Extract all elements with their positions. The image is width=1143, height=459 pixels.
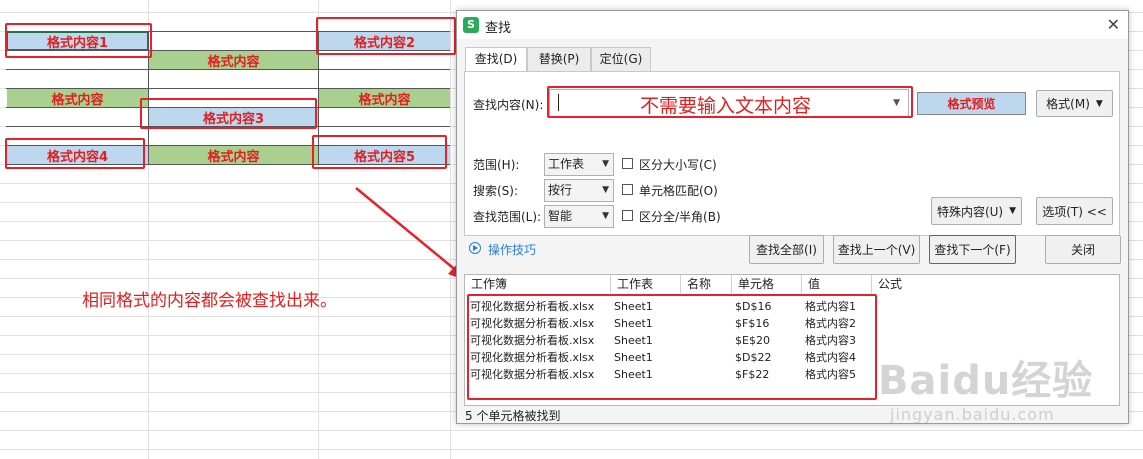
- chevron-down-icon: ▼: [1095, 98, 1103, 109]
- search-label: 搜索(S):: [473, 184, 519, 198]
- column-header-formula[interactable]: 公式: [872, 275, 952, 293]
- status-text: 5 个单元格被找到: [465, 409, 561, 423]
- match-width-label: 区分全/半角(B): [639, 210, 721, 224]
- dialog-title: 查找: [485, 21, 512, 36]
- find-content-label: 查找内容(N):: [473, 98, 544, 112]
- find-next-button[interactable]: 查找下一个(F): [929, 235, 1016, 264]
- special-content-label: 特殊内容(U): [936, 204, 1004, 219]
- column-header-value[interactable]: 值: [802, 275, 872, 293]
- scope-value: 工作表: [548, 157, 585, 171]
- lookin-select[interactable]: 智能 ▼: [544, 205, 614, 228]
- close-icon[interactable]: ✕: [1107, 15, 1120, 34]
- close-button[interactable]: 关闭: [1045, 235, 1121, 264]
- match-case-checkbox[interactable]: [622, 158, 633, 169]
- scope-select[interactable]: 工作表 ▼: [544, 153, 614, 176]
- special-content-button[interactable]: 特殊内容(U) ▼: [931, 197, 1022, 225]
- tab-replace[interactable]: 替换(P): [527, 47, 591, 71]
- chevron-down-icon: ▼: [602, 211, 609, 221]
- find-options-panel: 查找内容(N): 不需要输入文本内容 ▼ 格式预览 格式(M) ▼ 范围(H):…: [464, 71, 1120, 236]
- highlight-box-input: [547, 86, 913, 118]
- match-cell-label: 单元格匹配(O): [639, 184, 718, 198]
- play-circle-icon[interactable]: [469, 242, 481, 254]
- tab-find[interactable]: 查找(D): [465, 47, 527, 72]
- tab-goto[interactable]: 定位(G): [591, 47, 651, 71]
- chevron-down-icon: ▼: [602, 185, 609, 195]
- highlight-box-results: [467, 294, 877, 400]
- column-header-sheet[interactable]: 工作表: [611, 275, 681, 293]
- wps-app-icon: S: [463, 17, 479, 33]
- watermark-url: jingyan.baidu.com: [890, 405, 1055, 424]
- column-header-name[interactable]: 名称: [681, 275, 732, 293]
- format-button[interactable]: 格式(M) ▼: [1036, 90, 1113, 117]
- dialog-titlebar[interactable]: S 查找 ✕: [457, 11, 1128, 39]
- find-all-button[interactable]: 查找全部(I): [749, 235, 824, 264]
- match-cell-checkbox[interactable]: [622, 184, 633, 195]
- lookin-label: 查找范围(L):: [473, 210, 542, 224]
- match-width-checkbox[interactable]: [622, 210, 633, 221]
- watermark-logo: Baidu经验: [878, 358, 1094, 404]
- tips-link[interactable]: 操作技巧: [488, 241, 536, 258]
- format-button-label: 格式(M): [1046, 97, 1090, 111]
- chevron-down-icon: ▼: [602, 159, 609, 169]
- search-value: 按行: [548, 183, 573, 197]
- options-button[interactable]: 选项(T) <<: [1036, 197, 1113, 225]
- column-header-workbook[interactable]: 工作簿: [465, 275, 611, 293]
- scope-label: 范围(H):: [473, 158, 520, 172]
- format-preview: 格式预览: [917, 92, 1026, 115]
- chevron-down-icon: ▼: [1009, 206, 1017, 216]
- match-case-label: 区分大小写(C): [639, 158, 717, 172]
- lookin-value: 智能: [548, 209, 573, 223]
- find-prev-button[interactable]: 查找上一个(V): [833, 235, 920, 264]
- column-header-cell[interactable]: 单元格: [732, 275, 802, 293]
- search-select[interactable]: 按行 ▼: [544, 179, 614, 202]
